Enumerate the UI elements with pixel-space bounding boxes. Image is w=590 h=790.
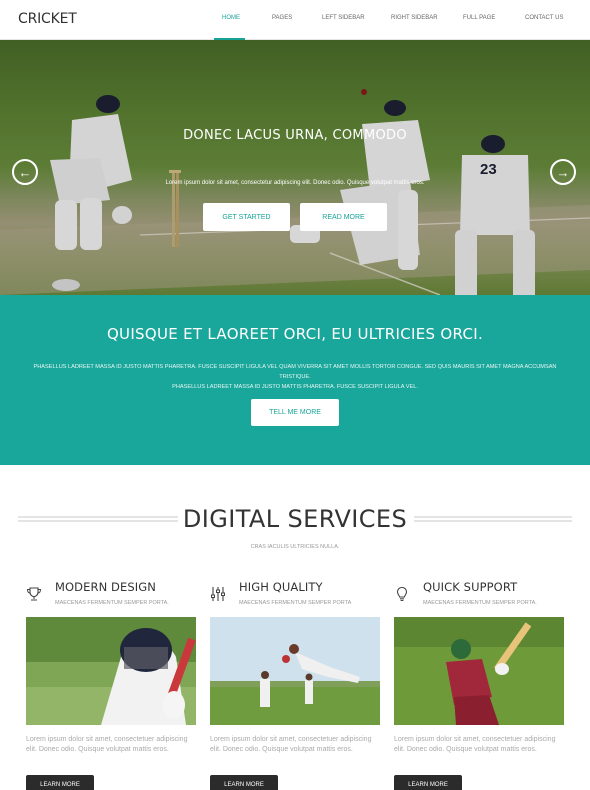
nav-right-sidebar[interactable]: RIGHT SIDEBAR [391,15,438,21]
service-image [394,617,564,725]
hero-background-image: 23 [0,40,590,295]
read-more-button[interactable]: READ MORE [300,203,387,231]
intro-band: QUISQUE ET LAOREET ORCI, EU ULTRICIES OR… [0,295,590,465]
nav-pages[interactable]: PAGES [272,15,292,21]
service-title: HIGH QUALITY [239,580,323,594]
trophy-icon [26,587,42,601]
site-logo[interactable]: CRICKET [18,11,77,27]
hero-subtitle: Lorem ipsum dolor sit amet, consectetur … [165,180,425,186]
service-subtitle: MAECENAS FERMENTUM SEMPER PORTA. [423,600,537,606]
nav-full-page[interactable]: FULL PAGE [463,15,495,21]
service-text: Lorem ipsum dolor sit amet, consectetuer… [394,736,556,753]
arrow-left-icon: ← [18,164,32,180]
lightbulb-icon [396,586,408,602]
arrow-right-icon: → [556,164,570,180]
learn-more-button[interactable]: LEARN MORE [394,775,462,790]
sliders-icon [211,587,225,601]
service-image [210,617,380,725]
intro-text: PHASELLUS LADREET MASSA ID JUSTO MATTIS … [20,362,570,392]
section-title: DIGITAL SERVICES [182,505,408,533]
site-header: CRICKET HOME PAGES LEFT SIDEBAR RIGHT SI… [0,0,590,40]
service-subtitle: MAECENAS FERMENTUM SEMPER PORTA. [55,600,169,606]
learn-more-button[interactable]: LEARN MORE [26,775,94,790]
nav-left-sidebar[interactable]: LEFT SIDEBAR [322,15,365,21]
service-image [26,617,196,725]
service-text: Lorem ipsum dolor sit amet, consectetuer… [210,736,372,753]
hero-title: DONEC LACUS URNA, COMMODO [183,128,407,143]
service-text: Lorem ipsum dolor sit amet, consectetuer… [26,736,188,753]
learn-more-button[interactable]: LEARN MORE [210,775,278,790]
hero-slider: 23 ← → DONEC LACUS URNA, COMMODO Lorem i… [0,40,590,295]
service-title: QUICK SUPPORT [423,580,518,594]
intro-text-line: PHASELLUS LADREET MASSA ID JUSTO MATTIS … [172,384,418,390]
get-started-button[interactable]: GET STARTED [203,203,290,231]
tell-me-more-button[interactable]: TELL ME MORE [251,399,339,426]
service-title: MODERN DESIGN [55,580,156,594]
intro-text-line: PHASELLUS LADREET MASSA ID JUSTO MATTIS … [33,364,557,380]
service-subtitle: MAECENAS FERMENTUM SEMPER PORTA [239,600,352,606]
intro-title: QUISQUE ET LAOREET ORCI, EU ULTRICIES OR… [106,325,484,343]
nav-contact-us[interactable]: CONTACT US [525,15,563,21]
nav-home[interactable]: HOME [222,15,240,21]
section-subtitle: CRAS IACULIS ULTRICIES NULLA. [250,544,340,550]
